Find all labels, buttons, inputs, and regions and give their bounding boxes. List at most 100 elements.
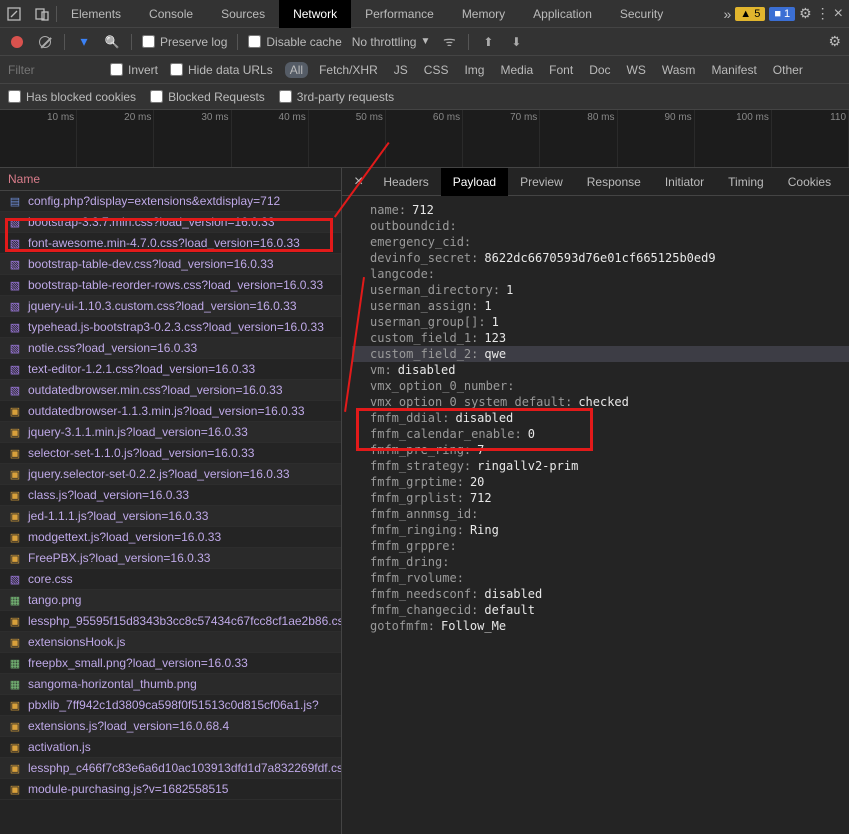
tab-memory[interactable]: Memory [448,0,519,28]
payload-row[interactable]: vmx_option_0_number [352,378,849,394]
tab-performance[interactable]: Performance [351,0,448,28]
payload-row[interactable]: fmfm_calendar_enable0 [352,426,849,442]
record-button[interactable] [8,33,26,51]
timeline[interactable]: 10 ms20 ms30 ms40 ms50 ms60 ms70 ms80 ms… [0,110,849,168]
preserve-log-checkbox[interactable]: Preserve log [142,35,227,49]
menu-icon[interactable] [816,5,830,22]
request-row[interactable]: FreePBX.js?load_version=16.0.33 [0,548,341,569]
request-row[interactable]: core.css [0,569,341,590]
filter-input[interactable] [8,63,98,77]
payload-row[interactable]: gotofmfmFollow_Me [352,618,849,634]
request-row[interactable]: font-awesome.min-4.7.0.css?load_version=… [0,233,341,254]
payload-row[interactable]: name712 [352,202,849,218]
request-row[interactable]: bootstrap-3.3.7.min.css?load_version=16.… [0,212,341,233]
payload-row[interactable]: custom_field_1123 [352,330,849,346]
request-row[interactable]: class.js?load_version=16.0.33 [0,485,341,506]
clear-button[interactable] [36,33,54,51]
filter-toggle-icon[interactable] [75,33,93,51]
filter-type-other[interactable]: Other [768,62,808,78]
close-devtools-icon[interactable] [834,5,843,23]
payload-row[interactable]: fmfm_needsconfdisabled [352,586,849,602]
request-row[interactable]: outdatedbrowser.min.css?load_version=16.… [0,380,341,401]
payload-row[interactable]: fmfm_strategyringallv2-prim [352,458,849,474]
payload-row[interactable]: fmfm_rvolume [352,570,849,586]
request-row[interactable]: jed-1.1.1.js?load_version=16.0.33 [0,506,341,527]
payload-row[interactable]: fmfm_ringingRing [352,522,849,538]
tab-console[interactable]: Console [135,0,207,28]
filter-type-font[interactable]: Font [544,62,578,78]
tab-application[interactable]: Application [519,0,606,28]
payload-row[interactable]: fmfm_annmsg_id [352,506,849,522]
hide-data-urls-checkbox[interactable]: Hide data URLs [170,63,273,77]
payload-row[interactable]: fmfm_changeciddefault [352,602,849,618]
request-row[interactable]: sangoma-horizontal_thumb.png [0,674,341,695]
request-row[interactable]: bootstrap-table-reorder-rows.css?load_ve… [0,275,341,296]
filter-type-img[interactable]: Img [459,62,489,78]
third-party-checkbox[interactable]: 3rd-party requests [279,90,394,104]
network-settings-icon[interactable] [828,33,841,50]
filter-type-ws[interactable]: WS [622,62,651,78]
request-row[interactable]: pbxlib_7ff942c1d3809ca598f0f51513c0d815c… [0,695,341,716]
payload-row[interactable]: vmdisabled [352,362,849,378]
detail-tab-initiator[interactable]: Initiator [653,168,716,196]
request-row[interactable]: config.php?display=extensions&extdisplay… [0,191,341,212]
payload-row[interactable]: fmfm_grptime20 [352,474,849,490]
invert-checkbox[interactable]: Invert [110,63,158,77]
upload-har-icon[interactable] [479,33,497,51]
search-icon[interactable] [103,33,121,51]
tab-security[interactable]: Security [606,0,677,28]
filter-type-all[interactable]: All [285,62,308,78]
request-row[interactable]: extensions.js?load_version=16.0.68.4 [0,716,341,737]
settings-icon[interactable] [799,5,812,22]
detail-tab-preview[interactable]: Preview [508,168,575,196]
request-row[interactable]: module-purchasing.js?v=1682558515 [0,779,341,800]
payload-row[interactable]: fmfm_pre_ring7 [352,442,849,458]
throttling-select[interactable]: No throttling ▼ [352,35,431,49]
request-row[interactable]: outdatedbrowser-1.1.3.min.js?load_versio… [0,401,341,422]
filter-type-doc[interactable]: Doc [584,62,615,78]
request-row[interactable]: bootstrap-table-dev.css?load_version=16.… [0,254,341,275]
tab-sources[interactable]: Sources [207,0,279,28]
request-row[interactable]: jquery-3.1.1.min.js?load_version=16.0.33 [0,422,341,443]
request-row[interactable]: lessphp_c466f7c83e6a6d10ac103913dfd1d7a8… [0,758,341,779]
request-row[interactable]: notie.css?load_version=16.0.33 [0,338,341,359]
disable-cache-checkbox[interactable]: Disable cache [248,35,341,49]
network-conditions-icon[interactable] [440,33,458,51]
filter-type-wasm[interactable]: Wasm [657,62,701,78]
request-row[interactable]: typehead.js-bootstrap3-0.2.3.css?load_ve… [0,317,341,338]
payload-row[interactable]: fmfm_grplist712 [352,490,849,506]
payload-row[interactable]: emergency_cid [352,234,849,250]
payload-row[interactable]: userman_assign1 [352,298,849,314]
payload-row[interactable]: userman_directory1 [352,282,849,298]
filter-type-media[interactable]: Media [495,62,538,78]
tab-elements[interactable]: Elements [57,0,135,28]
payload-row[interactable]: langcode [352,266,849,282]
detail-tab-timing[interactable]: Timing [716,168,776,196]
request-row[interactable]: modgettext.js?load_version=16.0.33 [0,527,341,548]
filter-type-manifest[interactable]: Manifest [706,62,761,78]
detail-tab-response[interactable]: Response [575,168,653,196]
inspect-icon[interactable] [0,0,28,28]
tab-network[interactable]: Network [279,0,351,28]
payload-row[interactable]: vmx_option_0_system_defaultchecked [352,394,849,410]
payload-row[interactable]: fmfm_dring [352,554,849,570]
request-row[interactable]: freepbx_small.png?load_version=16.0.33 [0,653,341,674]
blocked-requests-checkbox[interactable]: Blocked Requests [150,90,265,104]
filter-type-fetchxhr[interactable]: Fetch/XHR [314,62,383,78]
request-row[interactable]: selector-set-1.1.0.js?load_version=16.0.… [0,443,341,464]
close-details-icon[interactable] [346,173,371,191]
request-row[interactable]: jquery-ui-1.10.3.custom.css?load_version… [0,296,341,317]
detail-tab-headers[interactable]: Headers [371,168,440,196]
payload-row[interactable]: userman_group[]1 [352,314,849,330]
request-row[interactable]: text-editor-1.2.1.css?load_version=16.0.… [0,359,341,380]
payload-row[interactable]: fmfm_ddialdisabled [352,410,849,426]
column-header-name[interactable]: Name [0,168,341,191]
payload-row[interactable]: fmfm_grppre [352,538,849,554]
issues-warn-badge[interactable]: ▲ 5 [735,7,765,21]
filter-type-js[interactable]: JS [389,62,413,78]
detail-tab-cookies[interactable]: Cookies [776,168,843,196]
blocked-cookies-checkbox[interactable]: Has blocked cookies [8,90,136,104]
issues-info-badge[interactable]: ■ 1 [769,7,795,21]
payload-row[interactable]: devinfo_secret8622dc6670593d76e01cf66512… [352,250,849,266]
payload-row[interactable]: custom_field_2qwe [352,346,849,362]
